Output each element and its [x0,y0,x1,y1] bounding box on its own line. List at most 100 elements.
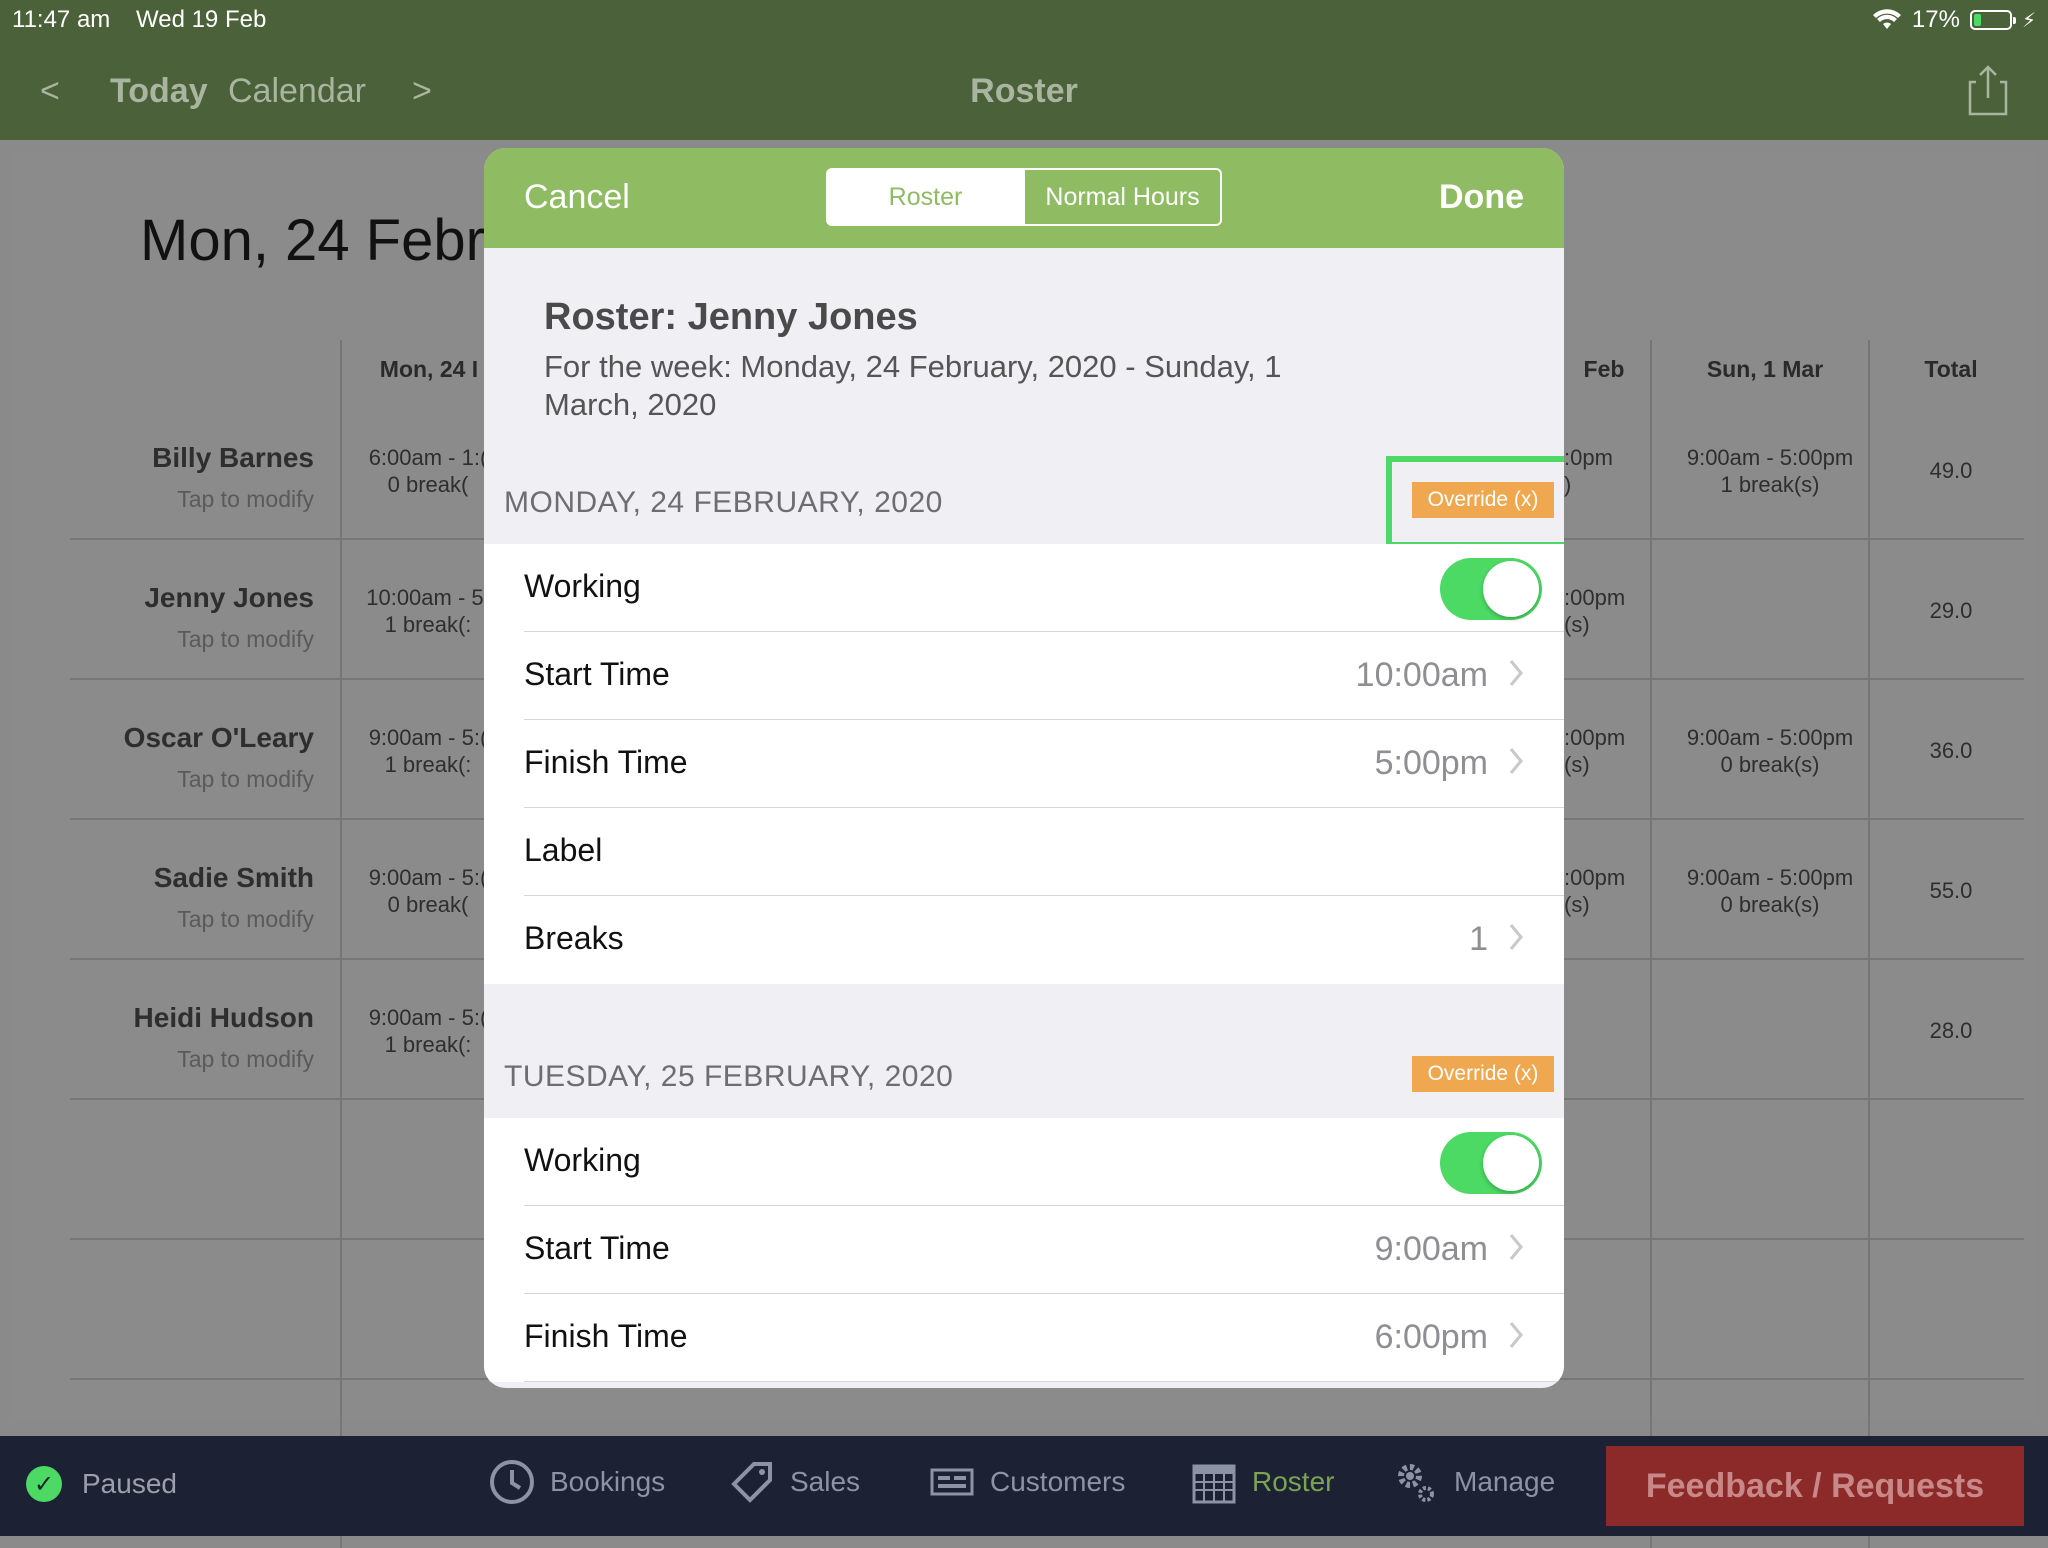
battery-percent: 17% [1911,6,1960,33]
share-icon[interactable] [1968,64,2008,116]
tab-label: Sales [790,1466,861,1497]
tap-to-modify[interactable]: Tap to modify [84,766,314,793]
status-right: 17% ⚡ [1872,6,2036,34]
total-hours: 29.0 [1929,598,1973,623]
paused-status[interactable]: ✓ Paused [26,1466,177,1502]
chevron-right-icon [1509,660,1523,686]
shift-time: :00pm [1564,725,1626,750]
bottom-tab-bar: ✓ Paused Bookings Sales Customers Roster… [0,1436,2048,1536]
employee-name[interactable]: Oscar O'Leary [84,722,314,754]
day-heading-monday: MONDAY, 24 FEBRUARY, 2020 [504,486,943,519]
modal-header: Cancel Roster Normal Hours Done [484,148,1564,248]
chevron-right-icon [1509,748,1523,774]
clock-icon [490,1460,534,1504]
shift-time: 9:00am - 5:00pm [1686,725,1854,750]
shift-cell[interactable]: :00pm (s) [1564,724,1654,778]
paused-label: Paused [82,1468,177,1499]
tap-to-modify[interactable]: Tap to modify [84,906,314,933]
finish-time-value: 5:00pm [1374,744,1488,782]
tab-manage[interactable]: Manage [1392,1458,1555,1506]
label-row[interactable]: Label [484,808,1564,896]
finish-time-label: Finish Time [524,744,688,780]
tab-roster[interactable]: Roster [1190,1458,1334,1506]
status-time: 11:47 am [12,6,111,33]
tab-bookings[interactable]: Bookings [488,1458,665,1506]
segment-roster[interactable]: Roster [828,170,1023,224]
employee-name[interactable]: Jenny Jones [84,582,314,614]
finish-time-row[interactable]: Finish Time 5:00pm [484,720,1564,808]
monday-settings-group: Working Start Time 10:00am Finish Time 5… [484,544,1564,984]
tab-sales[interactable]: Sales [728,1458,860,1506]
shift-breaks: (s) [1564,612,1590,637]
finish-time-row[interactable]: Finish Time 6:00pm [484,1294,1564,1382]
shift-breaks: 0 break(s) [1720,752,1820,777]
tag-icon [731,1462,772,1503]
done-button[interactable]: Done [1439,178,1524,217]
finish-time-value: 6:00pm [1374,1318,1488,1356]
tab-label: Manage [1454,1466,1556,1497]
column-header-sun: Sun, 1 Mar [1706,356,1824,382]
wifi-icon [1872,9,1901,29]
override-button[interactable]: Override (x) [1412,1056,1554,1092]
shift-cell[interactable]: 9:00am - 5:00pm 1 break(s) [1670,444,1870,498]
check-icon: ✓ [26,1466,62,1502]
chevron-right-icon [1509,924,1523,950]
employee-name[interactable]: Heidi Hudson [84,1002,314,1034]
column-header-total: Total [1924,356,1978,382]
shift-cell[interactable]: :00pm (s) [1564,864,1654,918]
grid-line [1650,340,1652,1548]
start-time-value: 9:00am [1374,1230,1488,1268]
status-date: Wed 19 Feb [136,6,267,33]
shift-cell[interactable]: :00pm (s) [1564,584,1654,638]
working-row: Working [484,544,1564,632]
view-segmented-control: Roster Normal Hours [826,168,1222,226]
breaks-label: Breaks [524,920,624,956]
gears-icon [1398,1464,1434,1502]
feedback-requests-button[interactable]: Feedback / Requests [1606,1446,2024,1526]
start-time-row[interactable]: Start Time 10:00am [484,632,1564,720]
shift-cell[interactable]: :0pm) [1564,444,1654,498]
employee-name[interactable]: Billy Barnes [84,442,314,474]
shift-cell[interactable]: 9:00am - 5:00pm 0 break(s) [1670,724,1870,778]
total-hours: 49.0 [1929,458,1973,483]
tab-customers[interactable]: Customers [928,1458,1125,1506]
page-title: Roster [970,72,1078,110]
start-time-label: Start Time [524,1230,670,1266]
working-toggle[interactable] [1440,1132,1542,1194]
roster-edit-modal: Cancel Roster Normal Hours Done Roster: … [484,148,1564,1388]
total-hours: 55.0 [1929,878,1973,903]
chevron-right-icon [1509,1322,1523,1348]
tap-to-modify[interactable]: Tap to modify [84,1046,314,1073]
working-label: Working [524,1142,641,1178]
working-toggle[interactable] [1440,558,1542,620]
breaks-row[interactable]: Breaks 1 [484,896,1564,984]
employee-name[interactable]: Sadie Smith [84,862,314,894]
status-bar: 11:47 am Wed 19 Feb 17% ⚡ [0,0,2048,42]
grid-line [1868,340,1870,1548]
total-hours: 28.0 [1929,1018,1973,1043]
tuesday-settings-group: Working Start Time 9:00am Finish Time 6:… [484,1118,1564,1382]
shift-breaks: ) [1564,472,1572,497]
total-hours: 36.0 [1929,738,1973,763]
cancel-button[interactable]: Cancel [524,178,630,217]
shift-breaks: 1 break(s) [1720,472,1820,497]
roster-week-range: For the week: Monday, 24 February, 2020 … [544,349,1282,422]
start-time-row[interactable]: Start Time 9:00am [484,1206,1564,1294]
start-time-label: Start Time [524,656,670,692]
shift-time: 9:00am - 5:00pm [1686,445,1854,470]
nav-bar: < Today Calendar > Roster [0,42,2048,140]
battery-icon [1969,10,2016,30]
week-date-heading: Mon, 24 Febr [140,208,485,273]
charging-icon: ⚡ [2021,9,2036,32]
calendar-icon [1192,1464,1236,1504]
highlight-box [1386,456,1564,548]
shift-time: :00pm [1564,865,1626,890]
segment-normal-hours[interactable]: Normal Hours [1023,170,1220,224]
column-header-mon: Mon, 24 I [379,356,479,382]
tap-to-modify[interactable]: Tap to modify [84,626,314,653]
grid-line [340,340,342,1548]
tab-label: Roster [1252,1466,1335,1497]
tap-to-modify[interactable]: Tap to modify [84,486,314,513]
tab-label: Customers [990,1466,1126,1497]
shift-cell[interactable]: 9:00am - 5:00pm 0 break(s) [1670,864,1870,918]
